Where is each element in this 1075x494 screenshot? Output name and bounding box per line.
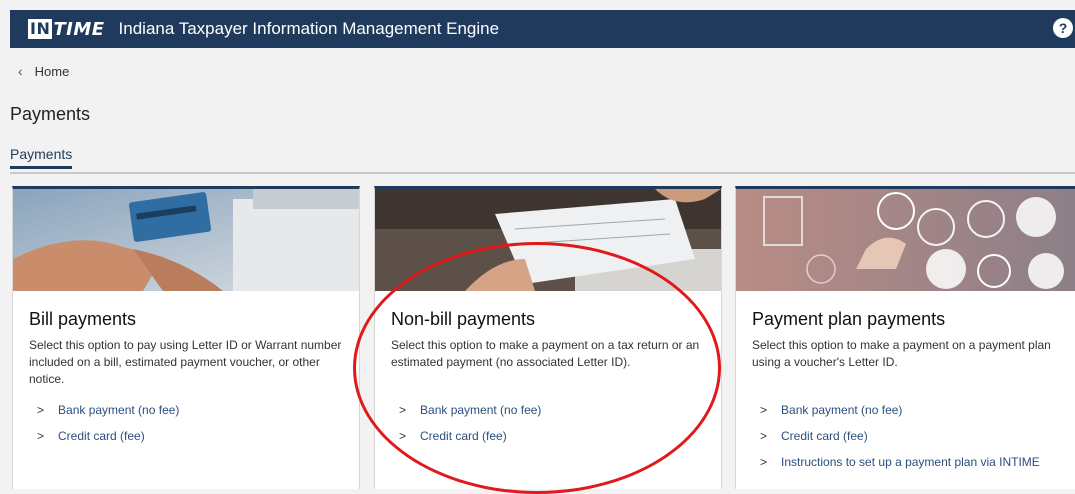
- chevron-left-icon: ‹: [18, 63, 23, 79]
- breadcrumb-home-link[interactable]: Home: [35, 64, 70, 79]
- card-description: Select this option to pay using Letter I…: [29, 338, 342, 386]
- check-handoff-image: [375, 189, 721, 291]
- bill-payments-card: Bill payments Select this option to pay …: [12, 186, 360, 489]
- credit-card-image: [13, 189, 359, 291]
- bank-payment-link[interactable]: > Bank payment (no fee): [760, 403, 902, 417]
- app-header: IN TIME Indiana Taxpayer Information Mana…: [10, 10, 1075, 48]
- credit-card-link[interactable]: > Credit card (fee): [399, 429, 507, 443]
- intime-logo[interactable]: IN TIME: [28, 19, 105, 40]
- tab-bar: Payments: [10, 146, 1075, 174]
- chevron-right-icon: >: [760, 455, 768, 469]
- card-description: Select this option to make a payment on …: [391, 338, 700, 369]
- bank-payment-link[interactable]: > Bank payment (no fee): [37, 403, 179, 417]
- chevron-right-icon: >: [760, 429, 768, 443]
- credit-card-link[interactable]: > Credit card (fee): [37, 429, 145, 443]
- payment-plan-card: Payment plan payments Select this option…: [735, 186, 1075, 489]
- non-bill-payments-card: Non-bill payments Select this option to …: [374, 186, 722, 489]
- card-description: Select this option to make a payment on …: [752, 338, 1051, 369]
- chevron-right-icon: >: [399, 429, 407, 443]
- payment-plan-instructions-link[interactable]: > Instructions to set up a payment plan …: [760, 455, 1040, 469]
- chevron-right-icon: >: [399, 403, 407, 417]
- credit-card-link[interactable]: > Credit card (fee): [760, 429, 868, 443]
- tab-payments[interactable]: Payments: [10, 146, 73, 169]
- breadcrumb[interactable]: ‹ Home: [18, 63, 69, 79]
- bank-payment-link[interactable]: > Bank payment (no fee): [399, 403, 541, 417]
- chevron-right-icon: >: [760, 403, 768, 417]
- app-title: Indiana Taxpayer Information Management …: [118, 19, 500, 38]
- page-title: Payments: [10, 104, 91, 124]
- card-title: Non-bill payments: [391, 309, 536, 329]
- chevron-right-icon: >: [37, 403, 45, 417]
- chevron-right-icon: >: [37, 429, 45, 443]
- card-title: Payment plan payments: [752, 309, 946, 329]
- payment-icons-image: [736, 189, 1075, 291]
- help-icon[interactable]: ?: [1053, 18, 1073, 38]
- card-title: Bill payments: [29, 309, 137, 329]
